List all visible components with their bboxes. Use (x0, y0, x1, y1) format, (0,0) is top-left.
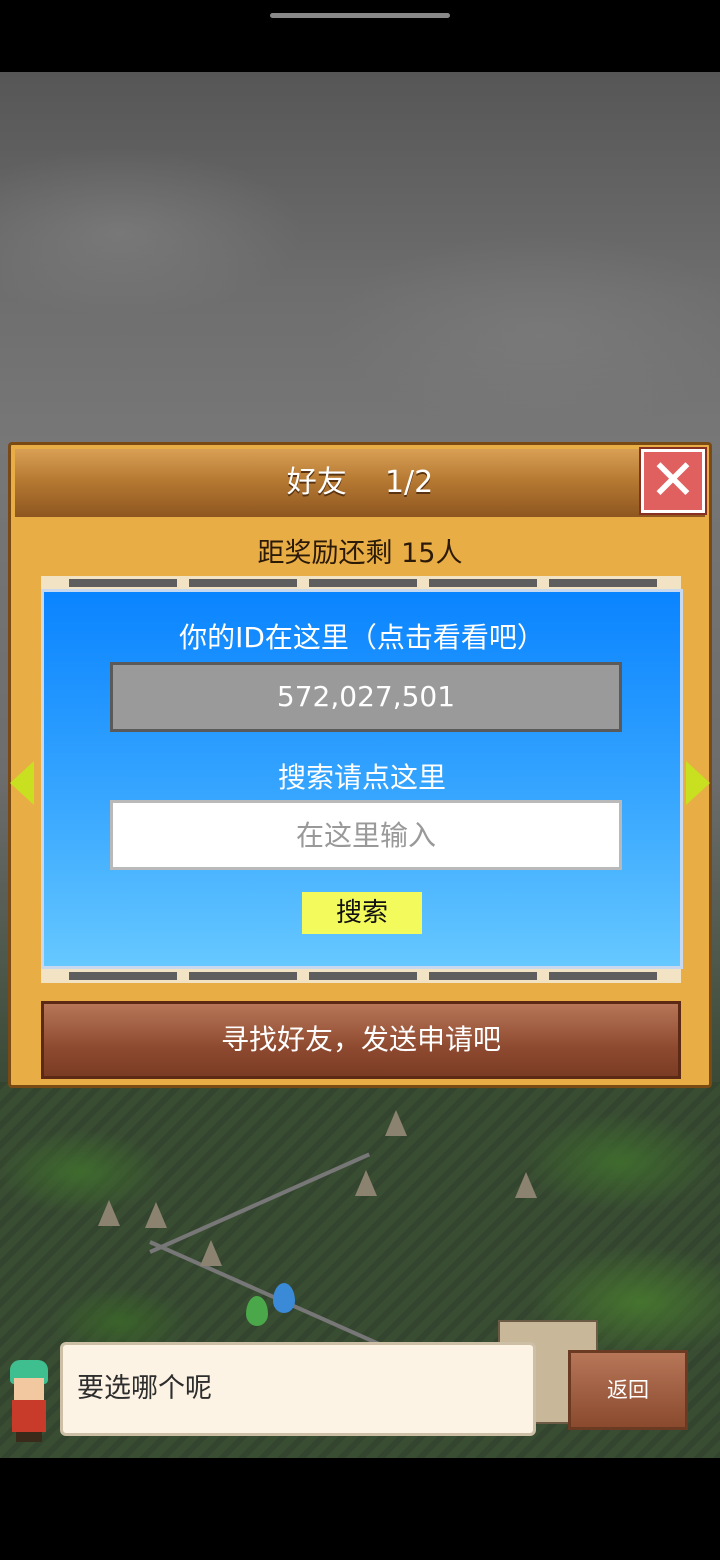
friend-slot[interactable] (189, 972, 297, 980)
friend-slot[interactable] (309, 579, 417, 587)
arrow-left-icon[interactable] (10, 761, 34, 805)
friend-slot[interactable] (69, 972, 177, 980)
friend-slot[interactable] (549, 972, 657, 980)
green-egg (246, 1296, 268, 1326)
page-indicator: 1/2 (384, 465, 434, 500)
friend-slot[interactable] (429, 972, 537, 980)
reward-remaining-text: 距奖励还剩 15人 (257, 538, 463, 569)
friend-slot[interactable] (549, 579, 657, 587)
id-label: 你的ID在这里（点击看看吧） (179, 621, 545, 654)
friend-slots-top (41, 576, 681, 590)
friend-slot[interactable] (189, 579, 297, 587)
friends-panel: 好友 1/2 ✕ 距奖励还剩 15人 你的ID在这里（点击看看吧） 572,02… (8, 442, 712, 1088)
nav-bar (0, 1458, 720, 1560)
id-search-dialog: 你的ID在这里（点击看看吧） 572,027,501 搜索请点这里 搜索 (41, 589, 683, 969)
panel-header: 好友 1/2 (15, 449, 705, 517)
search-input[interactable] (110, 800, 622, 870)
panel-title: 好友 1/2 (15, 449, 705, 517)
speech-bubble: 要选哪个呢 (60, 1342, 536, 1436)
friend-slot[interactable] (69, 579, 177, 587)
friend-slots-bottom (41, 969, 681, 983)
title-text: 好友 (286, 465, 347, 500)
friend-slot[interactable] (309, 972, 417, 980)
status-bar (0, 0, 720, 72)
search-label: 搜索请点这里 (277, 761, 446, 794)
close-icon: ✕ (649, 448, 697, 513)
avatar (4, 1360, 54, 1442)
friend-slot[interactable] (429, 579, 537, 587)
back-button[interactable]: 返回 (568, 1350, 688, 1430)
arrow-right-icon[interactable] (686, 761, 710, 805)
dialog-text: 要选哪个呢 (77, 1373, 212, 1404)
find-friends-button[interactable]: 寻找好友，发送申请吧 (41, 1001, 681, 1079)
player-id-field[interactable]: 572,027,501 (110, 662, 622, 732)
close-button[interactable]: ✕ (639, 447, 707, 515)
blue-egg (273, 1283, 295, 1313)
home-indicator (270, 13, 450, 18)
search-button[interactable]: 搜索 (302, 892, 422, 934)
